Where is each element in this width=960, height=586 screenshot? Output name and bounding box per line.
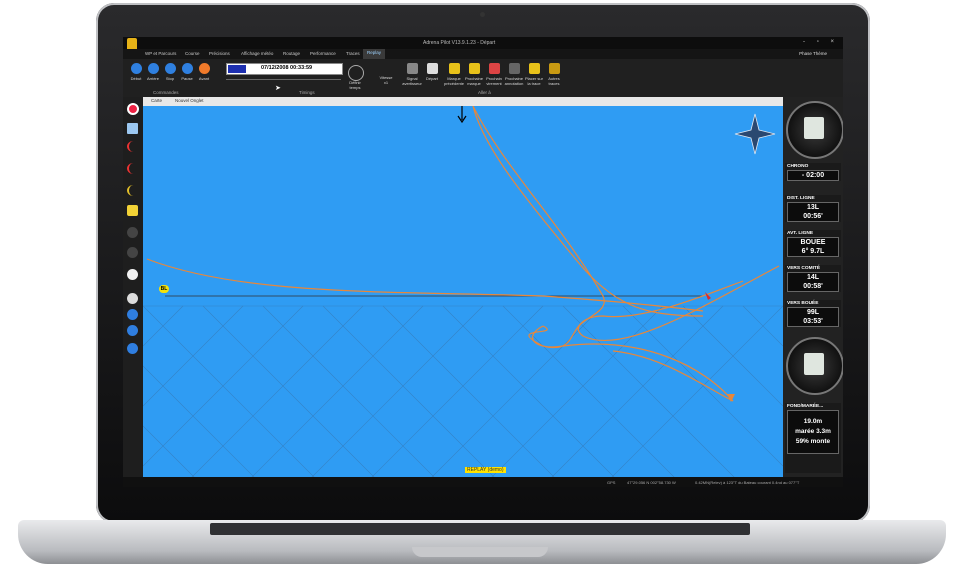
goto-next-annotation[interactable]: Prochaine annotation xyxy=(503,63,525,86)
group-timings: Timings xyxy=(299,90,315,95)
define-time-button[interactable]: Définir temps xyxy=(344,80,366,90)
chart-map[interactable]: BL REPLAY (demo) xyxy=(143,106,784,478)
gps-label: GPS xyxy=(607,480,616,485)
group-goto: Aller à xyxy=(478,90,491,95)
ribbon-tabs: WP et Parcours Course Précisions Afficha… xyxy=(123,49,843,60)
replay-badge: REPLAY (demo) xyxy=(465,467,506,473)
prefs-menu[interactable]: Phase Thème xyxy=(799,51,827,56)
time-progress xyxy=(228,65,246,73)
tab-routage[interactable]: Routage xyxy=(283,51,300,56)
map-canvas xyxy=(143,106,783,478)
checkered-flag-icon xyxy=(426,63,438,74)
boat-track xyxy=(146,106,780,402)
compass-tool-icon[interactable] xyxy=(127,269,138,280)
replay-time-field[interactable]: 07/12/2008 00:33:59 xyxy=(226,63,343,75)
panel-to-committee: VERS COMITÉ 14L 00:58' xyxy=(785,265,841,292)
status-bar: GPS 47°29.056 N 002°58.730 W 0.42MN(Rele… xyxy=(123,477,843,487)
pin-mark-bl[interactable]: BL xyxy=(159,285,169,293)
zoom-out-icon[interactable] xyxy=(127,309,138,320)
dial-readout-2 xyxy=(804,353,824,375)
goto-next-tack[interactable]: Prochain virement xyxy=(483,63,505,86)
other-tracks[interactable]: Autres traces xyxy=(543,63,565,86)
window-controls[interactable]: - ▫ × xyxy=(803,39,839,45)
document-tabs: Carte Nouvel Onglet xyxy=(143,97,783,106)
dial-readout xyxy=(804,117,824,139)
forward-button[interactable]: Avant xyxy=(193,63,215,81)
ribbon: Début Arrière Stop Pause Avant 07/12/200… xyxy=(123,59,843,97)
flag-icon xyxy=(406,63,418,74)
circle-tool-icon[interactable] xyxy=(127,293,138,304)
tack-icon xyxy=(488,63,500,74)
app-screen: Adrena Pilot V13.9.1.23 - Départ - ▫ × W… xyxy=(123,37,843,487)
disabled-tool-icon[interactable] xyxy=(127,227,138,238)
grid-lines xyxy=(143,305,783,478)
lifebuoy-icon[interactable] xyxy=(127,103,139,115)
route-edit-icon[interactable] xyxy=(127,163,140,174)
pause-icon xyxy=(181,63,193,74)
buoy-icon xyxy=(448,63,460,74)
tab-performance[interactable]: Performance xyxy=(310,51,336,56)
map-icon[interactable] xyxy=(127,123,138,134)
mouse-cursor-icon: ➤ xyxy=(275,85,281,92)
tab-traces[interactable]: Traces xyxy=(346,51,360,56)
panel-chrono: CHRONO - 02:00 xyxy=(785,163,841,181)
speed-label: Vitesse x1 xyxy=(379,75,393,85)
instrument-panel: CHRONO - 02:00 DIST. LIGNE 13L 00:56' AVT… xyxy=(783,97,843,477)
course-icon[interactable] xyxy=(127,185,140,196)
keyboard-edge xyxy=(210,523,750,535)
annotation-icon xyxy=(508,63,520,74)
zoom-in-icon[interactable] xyxy=(127,325,138,336)
goto-start[interactable]: Départ xyxy=(421,63,443,81)
tab-wp[interactable]: WP et Parcours xyxy=(145,51,176,56)
place-on-track[interactable]: Placer sur la trace xyxy=(523,63,545,86)
rewind-start-icon xyxy=(130,63,142,74)
goto-prev-mark[interactable]: Marque précédente xyxy=(443,63,465,86)
folder-icon xyxy=(548,63,560,74)
window-title: Adrena Pilot V13.9.1.23 - Départ xyxy=(423,40,496,46)
goto-signal[interactable]: Signal avertisseur xyxy=(401,63,423,86)
disabled-tool-2-icon[interactable] xyxy=(127,247,138,258)
title-bar: Adrena Pilot V13.9.1.23 - Départ - ▫ × xyxy=(123,37,843,49)
tab-course[interactable]: Course xyxy=(185,51,200,56)
goto-next-mark[interactable]: Prochaine marque xyxy=(463,63,485,86)
clock-icon[interactable] xyxy=(348,65,364,81)
buoy-next-icon xyxy=(468,63,480,74)
zoom-fit-icon[interactable] xyxy=(127,343,138,354)
wind-arrow-icon xyxy=(457,106,467,124)
bearing-info: 0.42MN(Relev) à 123°T du Bateau courant … xyxy=(695,480,800,485)
wind-icon[interactable] xyxy=(127,205,138,216)
time-slider[interactable] xyxy=(226,79,341,80)
panel-to-buoy: VERS BOUÉE 99L 03:53' xyxy=(785,300,841,327)
stop-icon xyxy=(164,63,176,74)
laptop-notch xyxy=(412,547,548,557)
track-icon xyxy=(528,63,540,74)
play-icon xyxy=(198,63,210,74)
tab-map[interactable]: Carte xyxy=(151,98,162,103)
left-toolbar xyxy=(123,97,143,477)
panel-dist-line: DIST. LIGNE 13L 00:56' xyxy=(785,195,841,222)
tab-meteo[interactable]: Affichage météo xyxy=(241,51,273,56)
group-commands: Commandes xyxy=(153,90,179,95)
camera-icon xyxy=(480,12,485,17)
wind-dial-icon xyxy=(786,101,843,159)
tab-precisions[interactable]: Précisions xyxy=(209,51,230,56)
speed-dial-icon xyxy=(786,337,843,395)
rewind-icon xyxy=(147,63,159,74)
panel-depth-tide: FOND/MARÉE... 19.0m marée 3.3m 59% monte xyxy=(785,403,841,473)
route-icon[interactable] xyxy=(127,141,140,152)
tab-new[interactable]: Nouvel Onglet xyxy=(175,98,204,103)
panel-avt-line: AVT. LIGNE BOUEE 6° 9.7L xyxy=(785,230,841,257)
gps-position: 47°29.056 N 002°58.730 W xyxy=(627,480,676,485)
compass-rose-icon xyxy=(734,113,776,155)
